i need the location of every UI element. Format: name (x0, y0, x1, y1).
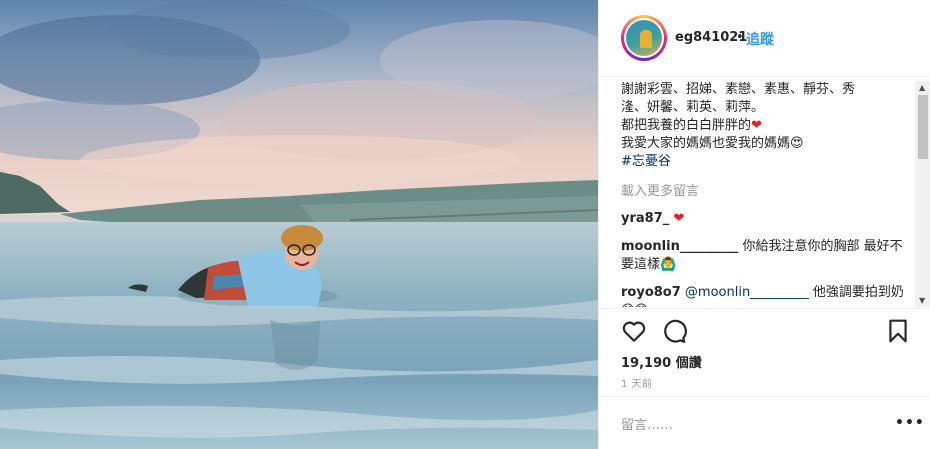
divider (599, 308, 930, 309)
caption-line: 湰、妍馨、莉英、莉萍。 (621, 100, 765, 115)
comment-item: royo8o7 @moonlin_________ 他強調要拍到奶😅😅 (621, 284, 911, 307)
post-photo[interactable] (0, 0, 598, 449)
post-actions (621, 318, 911, 344)
comment-item: moonlin_________ 你給我注意你的胸部 最好不要這樣🙆‍♂ (621, 238, 911, 274)
caption-line: 都把我養的白白胖胖的❤ (621, 117, 911, 135)
comment-mention[interactable]: @moonlin_________ (685, 285, 809, 300)
hashtag-link[interactable]: #忘憂谷 (621, 153, 911, 171)
follow-button[interactable]: 追蹤 (746, 29, 774, 49)
heart-emoji: ❤ (751, 118, 762, 133)
comment-input[interactable] (621, 415, 871, 435)
separator-dot: • (736, 30, 744, 45)
caption-line-text: 我愛大家的媽媽也愛我的媽媽 (621, 136, 791, 151)
comment-username[interactable]: royo8o7 (621, 285, 681, 300)
scroll-up-arrow-icon[interactable]: ▲ (919, 83, 925, 92)
scroll-down-arrow-icon[interactable]: ▼ (919, 296, 925, 305)
comments-list[interactable]: 謝謝彩雲、招娣、素戀、素惠、靜芬、秀 湰、妍馨、莉英、莉萍。 都把我養的白白胖胖… (621, 81, 911, 307)
post-photo-scene (0, 0, 598, 449)
heart-eyes-emoji: 😍 (790, 136, 804, 151)
scrollbar-thumb[interactable] (918, 95, 928, 159)
heart-outline-icon[interactable] (621, 318, 647, 344)
caption-line: 謝謝彩雲、招娣、素戀、素惠、靜芬、秀 (621, 82, 856, 97)
avatar-figure (640, 30, 652, 48)
like-count[interactable]: 19,190 個讚 (621, 352, 702, 371)
more-options-icon[interactable]: ••• (895, 415, 925, 431)
heart-emoji: ❤ (673, 211, 685, 226)
bookmark-icon[interactable] (885, 318, 911, 344)
avatar-image (624, 18, 664, 58)
comment-item: yra87_ ❤ (621, 210, 911, 228)
comment-username[interactable]: moonlin_________ (621, 239, 738, 254)
speech-bubble-icon[interactable] (661, 318, 687, 344)
load-more-comments-button[interactable]: 載入更多留言 (621, 184, 911, 200)
avatar[interactable] (621, 15, 667, 61)
post-header: eg841021 • 追蹤 (599, 0, 930, 77)
comment-username[interactable]: yra87_ (621, 211, 669, 226)
comments-scrollbar[interactable]: ▲ ▼ (915, 81, 930, 307)
caption-line-text: 都把我養的白白胖胖的 (621, 118, 752, 133)
caption-line: 我愛大家的媽媽也愛我的媽媽😍 (621, 135, 911, 153)
post-timestamp[interactable]: 1 天前 (621, 375, 653, 390)
add-comment-section: ••• (599, 396, 930, 449)
post-sidebar: eg841021 • 追蹤 謝謝彩雲、招娣、素戀、素惠、靜芬、秀 湰、妍馨、莉英… (598, 0, 930, 449)
